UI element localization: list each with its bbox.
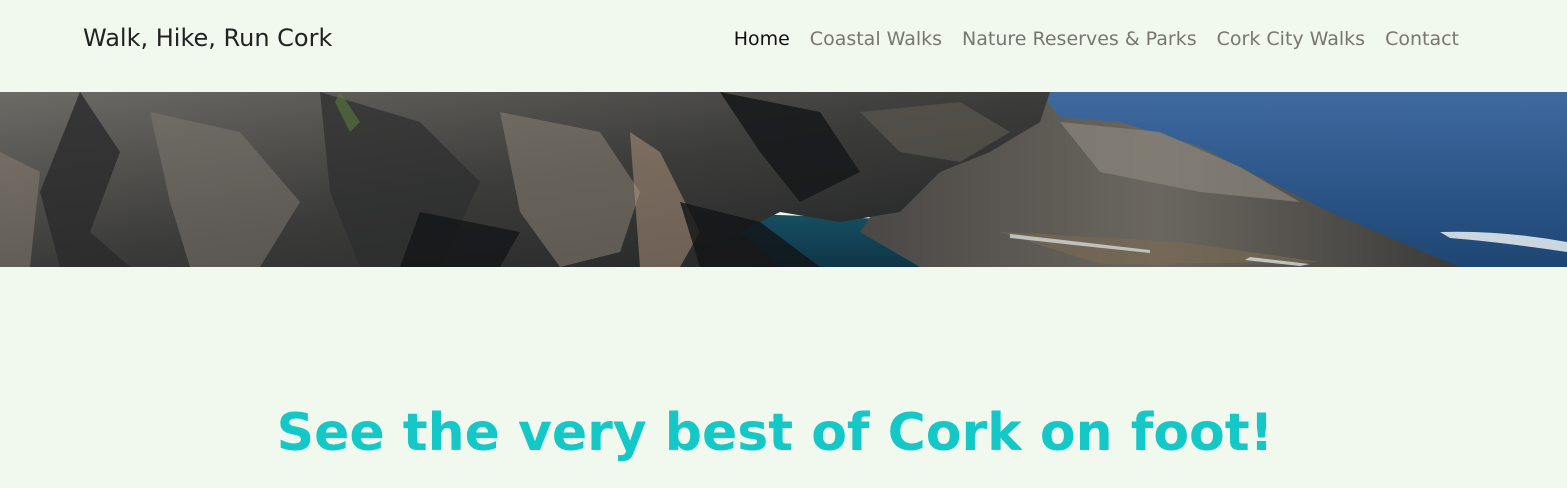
nav-item-home[interactable]: Home [724, 28, 800, 50]
site-brand-link[interactable]: Walk, Hike, Run Cork [83, 24, 332, 52]
nav-item-cork-city-walks[interactable]: Cork City Walks [1207, 28, 1375, 50]
top-navbar: Walk, Hike, Run Cork Home Coastal Walks … [0, 0, 1567, 92]
hero-banner-image [0, 92, 1567, 267]
hero-tagline: See the very best of Cork on foot! [276, 403, 1274, 463]
nav-item-contact[interactable]: Contact [1375, 28, 1469, 50]
main-nav: Home Coastal Walks Nature Reserves & Par… [724, 28, 1469, 50]
coastal-cliffs-photo [0, 92, 1567, 267]
nav-item-coastal-walks[interactable]: Coastal Walks [800, 28, 952, 50]
nav-item-nature-reserves-parks[interactable]: Nature Reserves & Parks [952, 28, 1207, 50]
